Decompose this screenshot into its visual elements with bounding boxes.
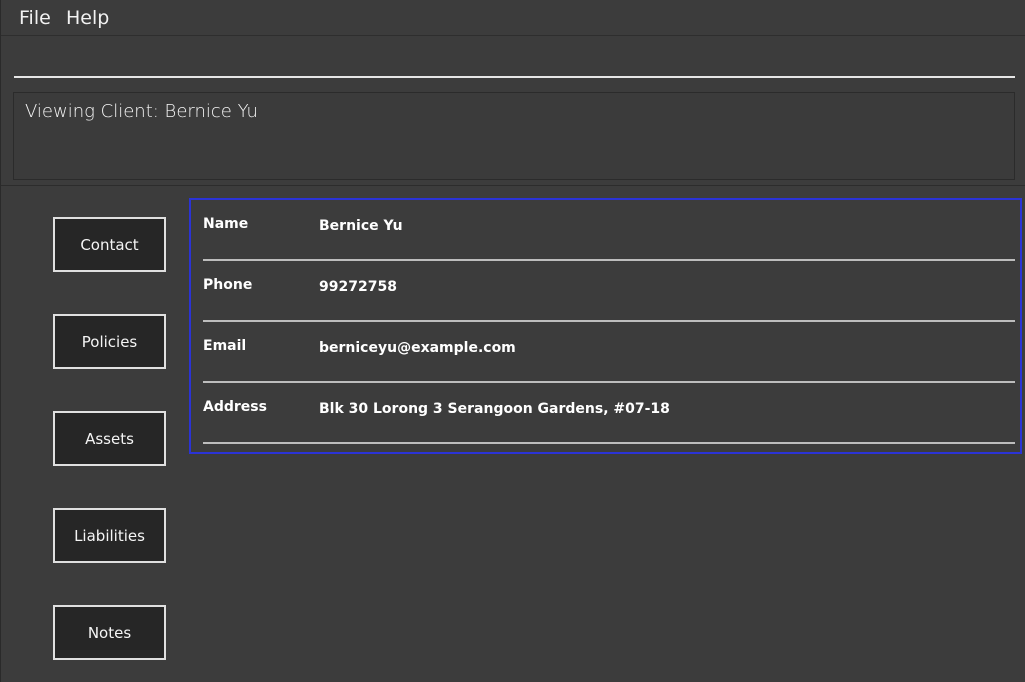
- tab-assets[interactable]: Assets: [53, 411, 166, 466]
- menu-bar: File Help: [1, 0, 1025, 36]
- field-value-address: Blk 30 Lorong 3 Serangoon Gardens, #07-1…: [319, 401, 670, 417]
- result-display: Viewing Client: Bernice Yu: [13, 92, 1015, 180]
- field-label-name: Name: [203, 216, 249, 232]
- command-box: [1, 36, 1025, 86]
- field-row-phone: Phone 99272758: [203, 261, 1015, 322]
- command-input[interactable]: [14, 42, 1015, 78]
- field-label-email: Email: [203, 338, 247, 354]
- section-divider: [1, 185, 1025, 186]
- field-label-phone: Phone: [203, 277, 253, 293]
- menu-file[interactable]: File: [19, 7, 51, 29]
- field-value-email: berniceyu@example.com: [319, 340, 516, 356]
- field-row-address: Address Blk 30 Lorong 3 Serangoon Garden…: [203, 383, 1015, 444]
- contact-details-panel: Name Bernice Yu Phone 99272758 Email ber…: [189, 198, 1022, 454]
- field-value-phone: 99272758: [319, 279, 397, 295]
- row-divider: [203, 442, 1015, 444]
- app-window: File Help Viewing Client: Bernice Yu Con…: [0, 0, 1025, 682]
- tab-notes[interactable]: Notes: [53, 605, 166, 660]
- field-label-address: Address: [203, 399, 267, 415]
- tab-liabilities[interactable]: Liabilities: [53, 508, 166, 563]
- field-value-name: Bernice Yu: [319, 218, 403, 234]
- field-row-email: Email berniceyu@example.com: [203, 322, 1015, 383]
- tab-contact[interactable]: Contact: [53, 217, 166, 272]
- result-message: Viewing Client: Bernice Yu: [25, 101, 258, 122]
- tab-policies[interactable]: Policies: [53, 314, 166, 369]
- field-row-name: Name Bernice Yu: [203, 200, 1015, 261]
- menu-help[interactable]: Help: [66, 7, 109, 29]
